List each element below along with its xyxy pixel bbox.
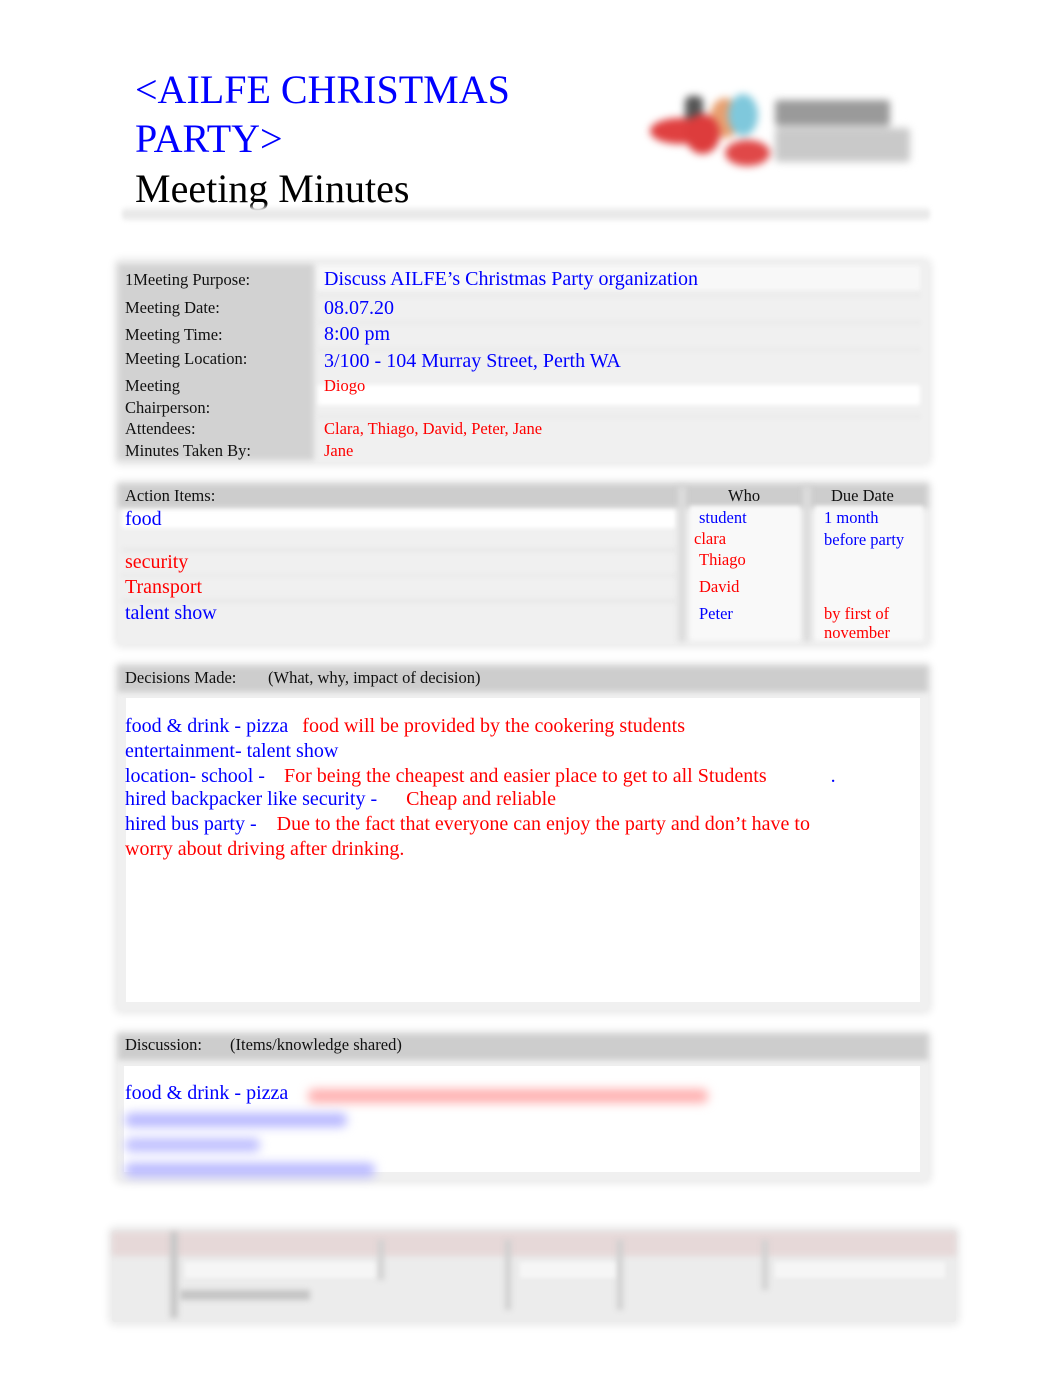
- decision-trailing: .: [830, 765, 836, 787]
- column-divider: [803, 486, 811, 642]
- row-divider: [122, 548, 676, 552]
- row-band: [185, 1262, 375, 1278]
- row-divider: [122, 574, 676, 577]
- decision-why: food will be provided by the cookering s…: [302, 715, 685, 737]
- minutes-taker-value[interactable]: Jane: [324, 441, 353, 461]
- action-items-header: Action Items:: [125, 486, 216, 505]
- action-item-transport[interactable]: Transport: [125, 575, 202, 599]
- discussion-subheader: (Items/knowledge shared): [230, 1035, 402, 1054]
- chairperson-label-line2: Chairperson:: [125, 398, 211, 417]
- date-value[interactable]: 08.07.20: [324, 296, 394, 320]
- column-divider: [762, 1240, 768, 1290]
- document-title-line-1: <AILFE CHRISTMAS: [135, 67, 510, 112]
- column-divider: [678, 486, 686, 642]
- action-due-food[interactable]: 1 month: [824, 508, 879, 528]
- purpose-value[interactable]: Discuss AILFE’s Christmas Party organiza…: [324, 267, 698, 291]
- decision-line-1: food & drink - pizza food will be provide…: [125, 714, 685, 739]
- decision-line-3: location- school - For being the cheapest…: [125, 764, 836, 789]
- row-divider: [318, 294, 920, 297]
- discussion-header: Discussion:: [125, 1035, 203, 1054]
- time-label: Meeting Time:: [125, 325, 223, 344]
- action-who-food[interactable]: student: [699, 508, 747, 528]
- decisions-subheader: (What, why, impact of decision): [268, 668, 481, 687]
- decision-what: food & drink - pizza: [125, 715, 289, 737]
- column-divider: [378, 1240, 384, 1280]
- blurred-text: [308, 1089, 708, 1103]
- action-who-transport[interactable]: David: [699, 577, 739, 597]
- action-due-food-line2[interactable]: before party: [824, 530, 904, 550]
- decision-what: hired backpacker like security -: [125, 788, 378, 810]
- row-band: [318, 385, 920, 405]
- decision-line-6: worry about driving after drinking.: [125, 837, 404, 862]
- attendees-label: Attendees:: [125, 419, 196, 438]
- action-who-food-line2[interactable]: clara: [694, 529, 726, 549]
- blurred-text: [125, 1163, 375, 1177]
- action-who-security[interactable]: Thiago: [699, 550, 746, 570]
- decision-line-2: entertainment- talent show: [125, 739, 338, 764]
- chairperson-label: Meeting: [125, 376, 180, 395]
- attendees-value[interactable]: Clara, Thiago, David, Peter, Jane: [324, 419, 542, 439]
- action-who-talent-show[interactable]: Peter: [699, 604, 733, 624]
- row-band: [122, 510, 676, 528]
- decision-why: Due to the fact that everyone can enjoy …: [276, 813, 810, 835]
- decision-why: worry about driving after drinking.: [125, 838, 405, 860]
- minutes-taker-label: Minutes Taken By:: [125, 441, 251, 460]
- row-band: [520, 1262, 615, 1278]
- decisions-header-bar: [118, 666, 928, 692]
- ailfe-logo-icon: [640, 88, 920, 178]
- decisions-header: Decisions Made:: [125, 668, 237, 687]
- date-label: Meeting Date:: [125, 298, 220, 317]
- action-due-talent-show-line2[interactable]: november: [824, 623, 890, 643]
- chairperson-value[interactable]: Diogo: [324, 376, 365, 396]
- decision-why: For being the cheapest and easier place …: [283, 765, 767, 787]
- decision-why: Cheap and reliable: [406, 788, 557, 810]
- location-value[interactable]: 3/100 - 104 Murray Street, Perth WA: [324, 349, 621, 373]
- due-date-header: Due Date: [831, 486, 894, 505]
- action-item-security[interactable]: security: [125, 550, 188, 574]
- decision-line-5: hired bus party - Due to the fact that ev…: [125, 812, 810, 837]
- action-item-talent-show[interactable]: talent show: [125, 601, 217, 625]
- column-divider: [170, 1232, 178, 1318]
- blurred-text: [180, 1290, 310, 1300]
- decision-line-4: hired backpacker like security - Cheap an…: [125, 787, 556, 812]
- action-item-food[interactable]: food: [125, 507, 162, 531]
- who-header: Who: [728, 486, 761, 505]
- column-divider: [505, 1240, 511, 1310]
- header-divider: [122, 207, 930, 221]
- decision-what: hired bus party -: [125, 813, 257, 835]
- location-label: Meeting Location:: [125, 349, 248, 368]
- time-value[interactable]: 8:00 pm: [324, 322, 390, 346]
- decision-what: entertainment- talent show: [125, 740, 339, 762]
- purpose-label: 1Meeting Purpose:: [125, 270, 251, 289]
- row-band: [775, 1262, 945, 1278]
- row-divider: [318, 321, 920, 324]
- blurred-text: [125, 1113, 347, 1127]
- action-due-talent-show[interactable]: by first of: [824, 604, 889, 624]
- decision-what: location- school -: [125, 765, 265, 787]
- document-subtitle: Meeting Minutes: [135, 166, 410, 211]
- document-title-line-2: PARTY>: [135, 116, 283, 161]
- column-divider: [617, 1240, 623, 1310]
- row-divider: [318, 415, 920, 418]
- discussion-line-1: food & drink - pizza: [125, 1082, 289, 1104]
- footer-table-header: [112, 1232, 956, 1256]
- blurred-text: [125, 1138, 260, 1152]
